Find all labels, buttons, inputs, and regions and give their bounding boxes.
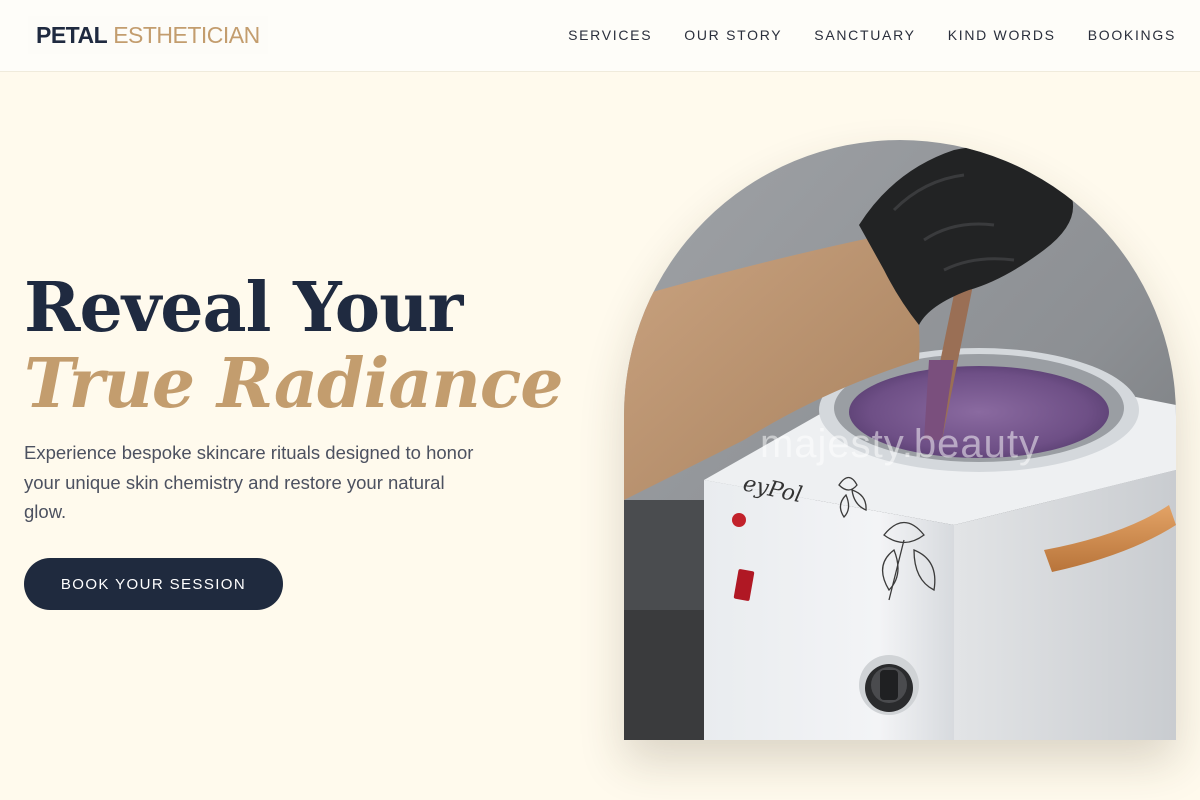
brand-logo[interactable]: PETAL ESTHETICIAN (28, 16, 268, 54)
hero-description: Experience bespoke skincare rituals desi… (24, 442, 474, 522)
hero-title-line-2: True Radiance (24, 344, 564, 424)
main-nav: SERVICES OUR STORY SANCTUARY KIND WORDS … (568, 0, 1176, 70)
nav-item-sanctuary[interactable]: SANCTUARY (814, 27, 915, 43)
nav-item-bookings[interactable]: BOOKINGS (1088, 27, 1176, 43)
nav-item-services[interactable]: SERVICES (568, 27, 652, 43)
brand-name-light: ESTHETICIAN (113, 21, 260, 48)
site-header: PETAL ESTHETICIAN SERVICES OUR STORY SAN… (0, 0, 1200, 72)
brand-name-strong: PETAL (36, 21, 108, 48)
hero-title: Reveal Your True Radiance (24, 270, 564, 422)
hero-title-line-1: Reveal Your (24, 268, 463, 348)
book-session-button[interactable]: BOOK YOUR SESSION (24, 558, 283, 610)
nav-item-our-story[interactable]: OUR STORY (684, 27, 782, 43)
nav-item-kind-words[interactable]: KIND WORDS (948, 27, 1056, 43)
wax-warmer-photo: eyPol (624, 140, 1176, 740)
hero-image: eyPol majesty.beauty (624, 140, 1176, 740)
